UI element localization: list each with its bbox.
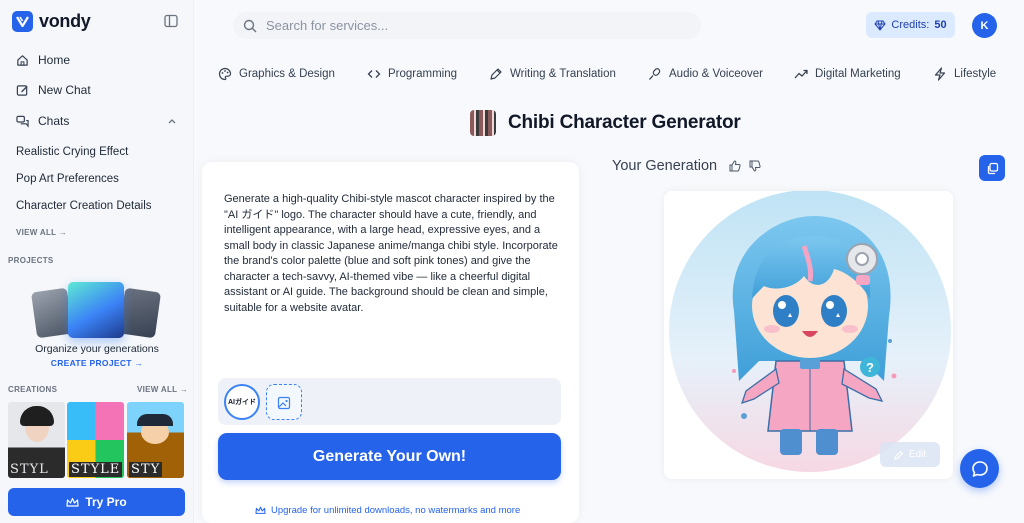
diamond-icon (874, 20, 887, 31)
category-graphics-design[interactable]: Graphics & Design (218, 67, 335, 81)
chat-item[interactable]: Pop Art Preferences (16, 173, 119, 185)
pen-icon (490, 68, 502, 80)
chat-support-button[interactable] (960, 449, 999, 488)
view-all-chats-link[interactable]: VIEW ALL → (16, 228, 67, 237)
crown-icon (66, 497, 79, 507)
generated-image[interactable]: ? (664, 191, 953, 479)
tool-header: Chibi Character Generator (470, 110, 741, 136)
thumbs-up-icon[interactable] (729, 160, 741, 172)
code-icon (367, 70, 381, 78)
nav-new-chat-label: New Chat (38, 83, 91, 97)
nav-home[interactable]: Home (16, 53, 70, 67)
edit-button[interactable]: Edit (880, 442, 940, 467)
category-lifestyle[interactable]: Lifestyle (933, 67, 996, 81)
crown-icon (255, 506, 266, 514)
creation-thumbnail[interactable]: STY (127, 402, 184, 478)
trending-icon (794, 69, 808, 79)
edit-icon (16, 84, 28, 96)
projects-heading: PROJECTS (8, 256, 54, 265)
projects-text: Organize your generations (35, 343, 159, 355)
chat-item[interactable]: Realistic Crying Effect (16, 146, 128, 158)
nav-new-chat[interactable]: New Chat (16, 83, 91, 97)
logo[interactable]: vondy (12, 11, 91, 32)
category-label: Audio & Voiceover (669, 68, 763, 80)
projects-illustration (30, 280, 162, 340)
prompt-text[interactable]: Generate a high-quality Chibi-style masc… (224, 192, 560, 316)
chevron-up-icon[interactable] (167, 117, 177, 125)
credits-value: 50 (934, 19, 947, 31)
category-audio-voiceover[interactable]: Audio & Voiceover (648, 67, 763, 81)
creations-heading: CREATIONS (8, 385, 58, 394)
generate-button[interactable]: Generate Your Own! (218, 433, 561, 480)
category-writing-translation[interactable]: Writing & Translation (489, 67, 616, 81)
try-pro-label: Try Pro (85, 495, 127, 509)
create-project-link[interactable]: CREATE PROJECT → (0, 358, 194, 368)
nav-home-label: Home (38, 53, 71, 67)
creation-thumbnail[interactable]: STYL (8, 402, 65, 478)
vondy-logo-icon (12, 11, 33, 32)
svg-text:?: ? (866, 360, 874, 375)
copy-icon (987, 162, 998, 174)
home-icon (17, 54, 28, 66)
sidebar: vondy Home New Chat Chats Realistic Cryi… (0, 0, 194, 523)
creations-view-all-link[interactable]: VIEW ALL → (137, 385, 188, 394)
palette-icon (218, 67, 232, 81)
chat-item[interactable]: Character Creation Details (16, 200, 152, 212)
user-avatar[interactable]: K (972, 13, 997, 38)
chats-icon (16, 115, 29, 128)
search-bar[interactable] (233, 12, 701, 39)
nav-chats-label: Chats (38, 114, 70, 128)
try-pro-button[interactable]: Try Pro (8, 488, 185, 516)
credits-badge[interactable]: Credits: 50 (866, 12, 955, 38)
category-label: Programming (388, 68, 458, 80)
upgrade-link[interactable]: Upgrade for unlimited downloads, no wate… (255, 505, 520, 516)
category-label: Digital Marketing (815, 68, 901, 80)
chat-bubble-icon (971, 460, 988, 477)
chibi-character-image: ? (664, 191, 953, 479)
category-label: Writing & Translation (510, 68, 616, 80)
uploaded-image[interactable]: AIガイド (224, 384, 260, 420)
nav-chats[interactable]: Chats (16, 114, 69, 128)
upgrade-text: Upgrade for unlimited downloads, no wate… (271, 505, 521, 516)
generation-heading: Your Generation (612, 158, 718, 174)
uploaded-image-label: AIガイド (228, 399, 256, 406)
edit-label: Edit (908, 449, 927, 460)
sidebar-toggle-icon[interactable] (164, 14, 178, 28)
category-label: Lifestyle (954, 68, 997, 80)
add-image-button[interactable] (266, 384, 302, 420)
tool-icon (470, 110, 496, 136)
creation-thumbnail[interactable]: STYLE (67, 402, 124, 478)
lightning-icon (934, 67, 946, 81)
credits-label: Credits: (891, 19, 930, 31)
image-add-icon (277, 396, 290, 409)
thumbs-down-icon[interactable] (749, 160, 761, 172)
category-programming[interactable]: Programming (367, 67, 457, 81)
page-title: Chibi Character Generator (508, 112, 741, 133)
copy-button[interactable] (979, 155, 1005, 181)
search-input[interactable] (266, 18, 666, 33)
pencil-icon (894, 450, 904, 460)
category-digital-marketing[interactable]: Digital Marketing (794, 67, 901, 81)
app-name: vondy (39, 11, 91, 31)
microphone-icon (649, 68, 661, 80)
category-label: Graphics & Design (239, 68, 335, 80)
search-icon (243, 19, 257, 33)
